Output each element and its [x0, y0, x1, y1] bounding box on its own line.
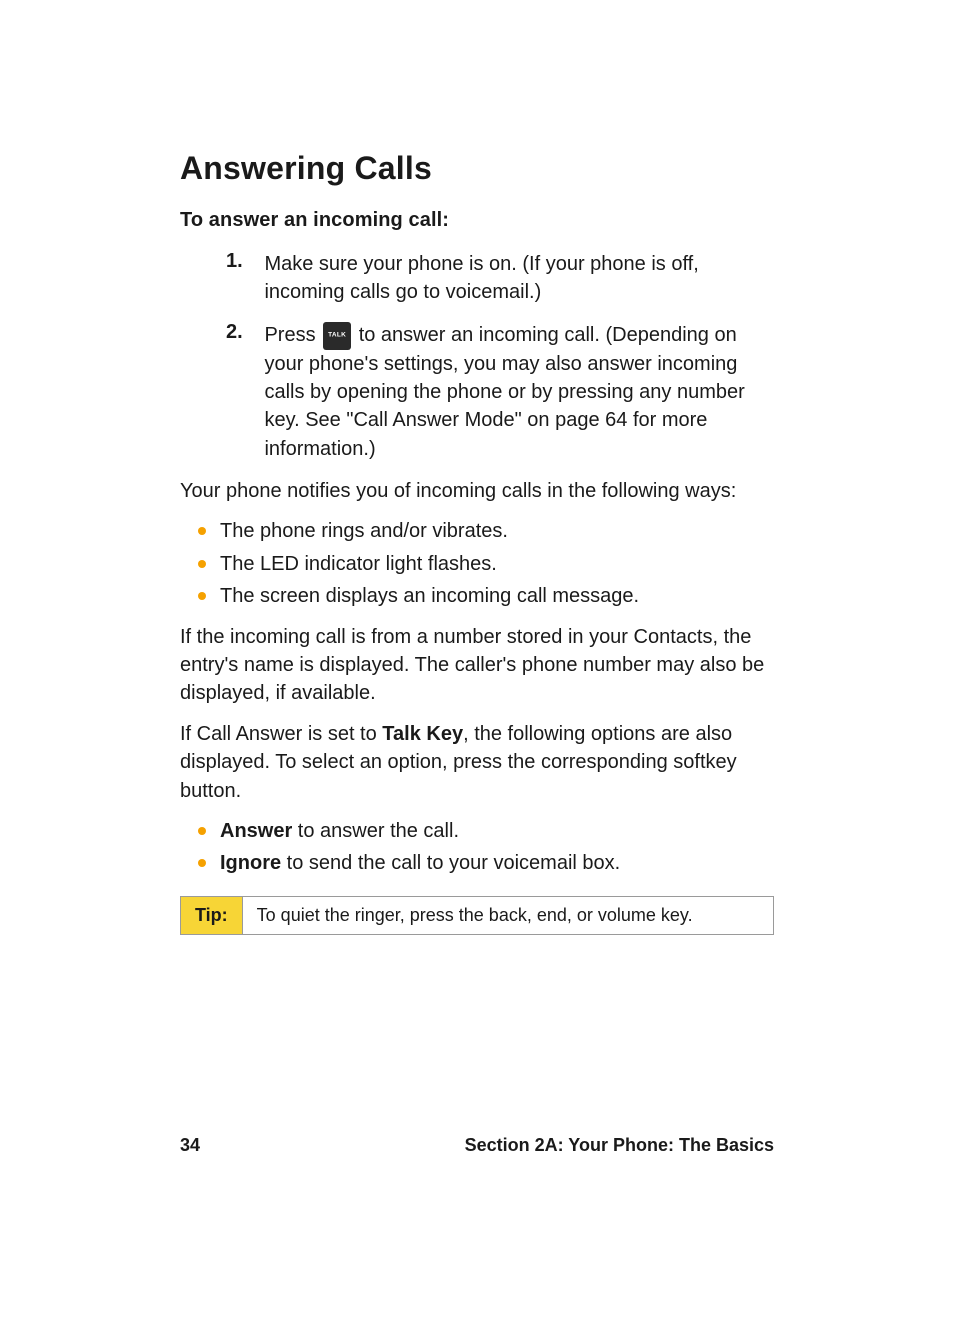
page-number: 34	[180, 1135, 200, 1156]
options-list: Answer to answer the call. Ignore to sen…	[198, 817, 774, 878]
bullet-icon	[198, 859, 206, 867]
talkkey-bold: Talk Key	[382, 723, 463, 745]
step-text: Press TALK to answer an incoming call. (…	[264, 321, 772, 463]
list-text: The phone rings and/or vibrates.	[220, 517, 508, 545]
step-text-pre: Press	[264, 324, 321, 346]
list-text: The LED indicator light flashes.	[220, 550, 497, 578]
option-rest: to answer the call.	[292, 820, 459, 842]
option-rest: to send the call to your voicemail box.	[281, 852, 620, 874]
tip-box: Tip: To quiet the ringer, press the back…	[180, 896, 774, 935]
paragraph-talkkey: If Call Answer is set to Talk Key, the f…	[180, 720, 774, 805]
bullet-icon	[198, 827, 206, 835]
list-text: Answer to answer the call.	[220, 817, 459, 845]
step-2: 2. Press TALK to answer an incoming call…	[226, 321, 774, 463]
step-1: 1. Make sure your phone is on. (If your …	[226, 250, 774, 307]
bullet-icon	[198, 560, 206, 568]
tip-label: Tip:	[181, 897, 243, 934]
list-item: Ignore to send the call to your voicemai…	[198, 849, 774, 877]
page-heading: Answering Calls	[180, 150, 774, 187]
option-bold: Ignore	[220, 852, 281, 874]
notify-list: The phone rings and/or vibrates. The LED…	[198, 517, 774, 610]
paragraph-contacts: If the incoming call is from a number st…	[180, 623, 774, 708]
talk-key-icon: TALK	[323, 322, 351, 350]
list-item: Answer to answer the call.	[198, 817, 774, 845]
list-item: The screen displays an incoming call mes…	[198, 582, 774, 610]
list-item: The phone rings and/or vibrates.	[198, 517, 774, 545]
list-text: The screen displays an incoming call mes…	[220, 582, 639, 610]
paragraph-notify: Your phone notifies you of incoming call…	[180, 477, 774, 505]
page-footer: 34 Section 2A: Your Phone: The Basics	[180, 1135, 774, 1156]
talkkey-pre: If Call Answer is set to	[180, 723, 382, 745]
bullet-icon	[198, 592, 206, 600]
subheading: To answer an incoming call:	[180, 209, 774, 232]
list-item: The LED indicator light flashes.	[198, 550, 774, 578]
step-text: Make sure your phone is on. (If your pho…	[264, 250, 772, 307]
step-number: 1.	[226, 250, 260, 273]
step-number: 2.	[226, 321, 260, 344]
list-text: Ignore to send the call to your voicemai…	[220, 849, 620, 877]
tip-text: To quiet the ringer, press the back, end…	[243, 897, 707, 934]
option-bold: Answer	[220, 820, 292, 842]
bullet-icon	[198, 527, 206, 535]
section-label: Section 2A: Your Phone: The Basics	[465, 1135, 774, 1156]
